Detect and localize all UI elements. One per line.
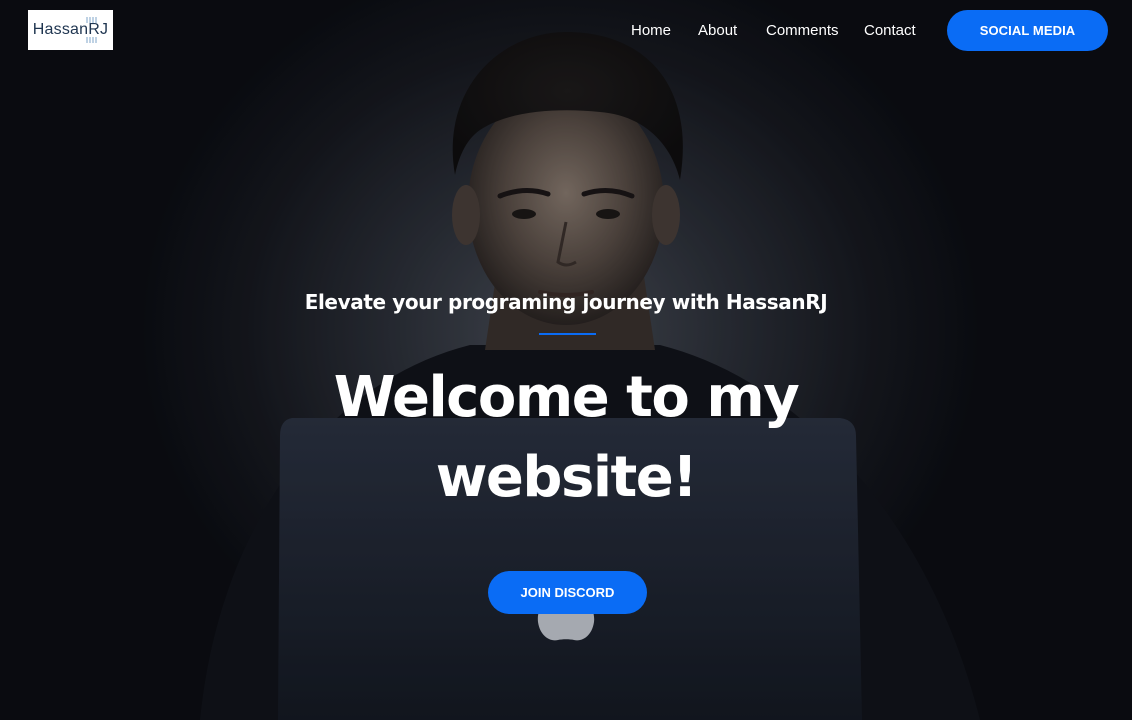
hero-headline: Welcome to my website! (333, 365, 800, 510)
hero-content: Elevate your programing journey with Has… (0, 0, 1132, 720)
join-discord-button[interactable]: JOIN DISCORD (488, 571, 647, 614)
hero-subtitle: Elevate your programing journey with Has… (304, 290, 828, 314)
hero-section: HassanRJ Home About Comments Contact SOC… (0, 0, 1132, 720)
hero-divider (539, 333, 596, 335)
